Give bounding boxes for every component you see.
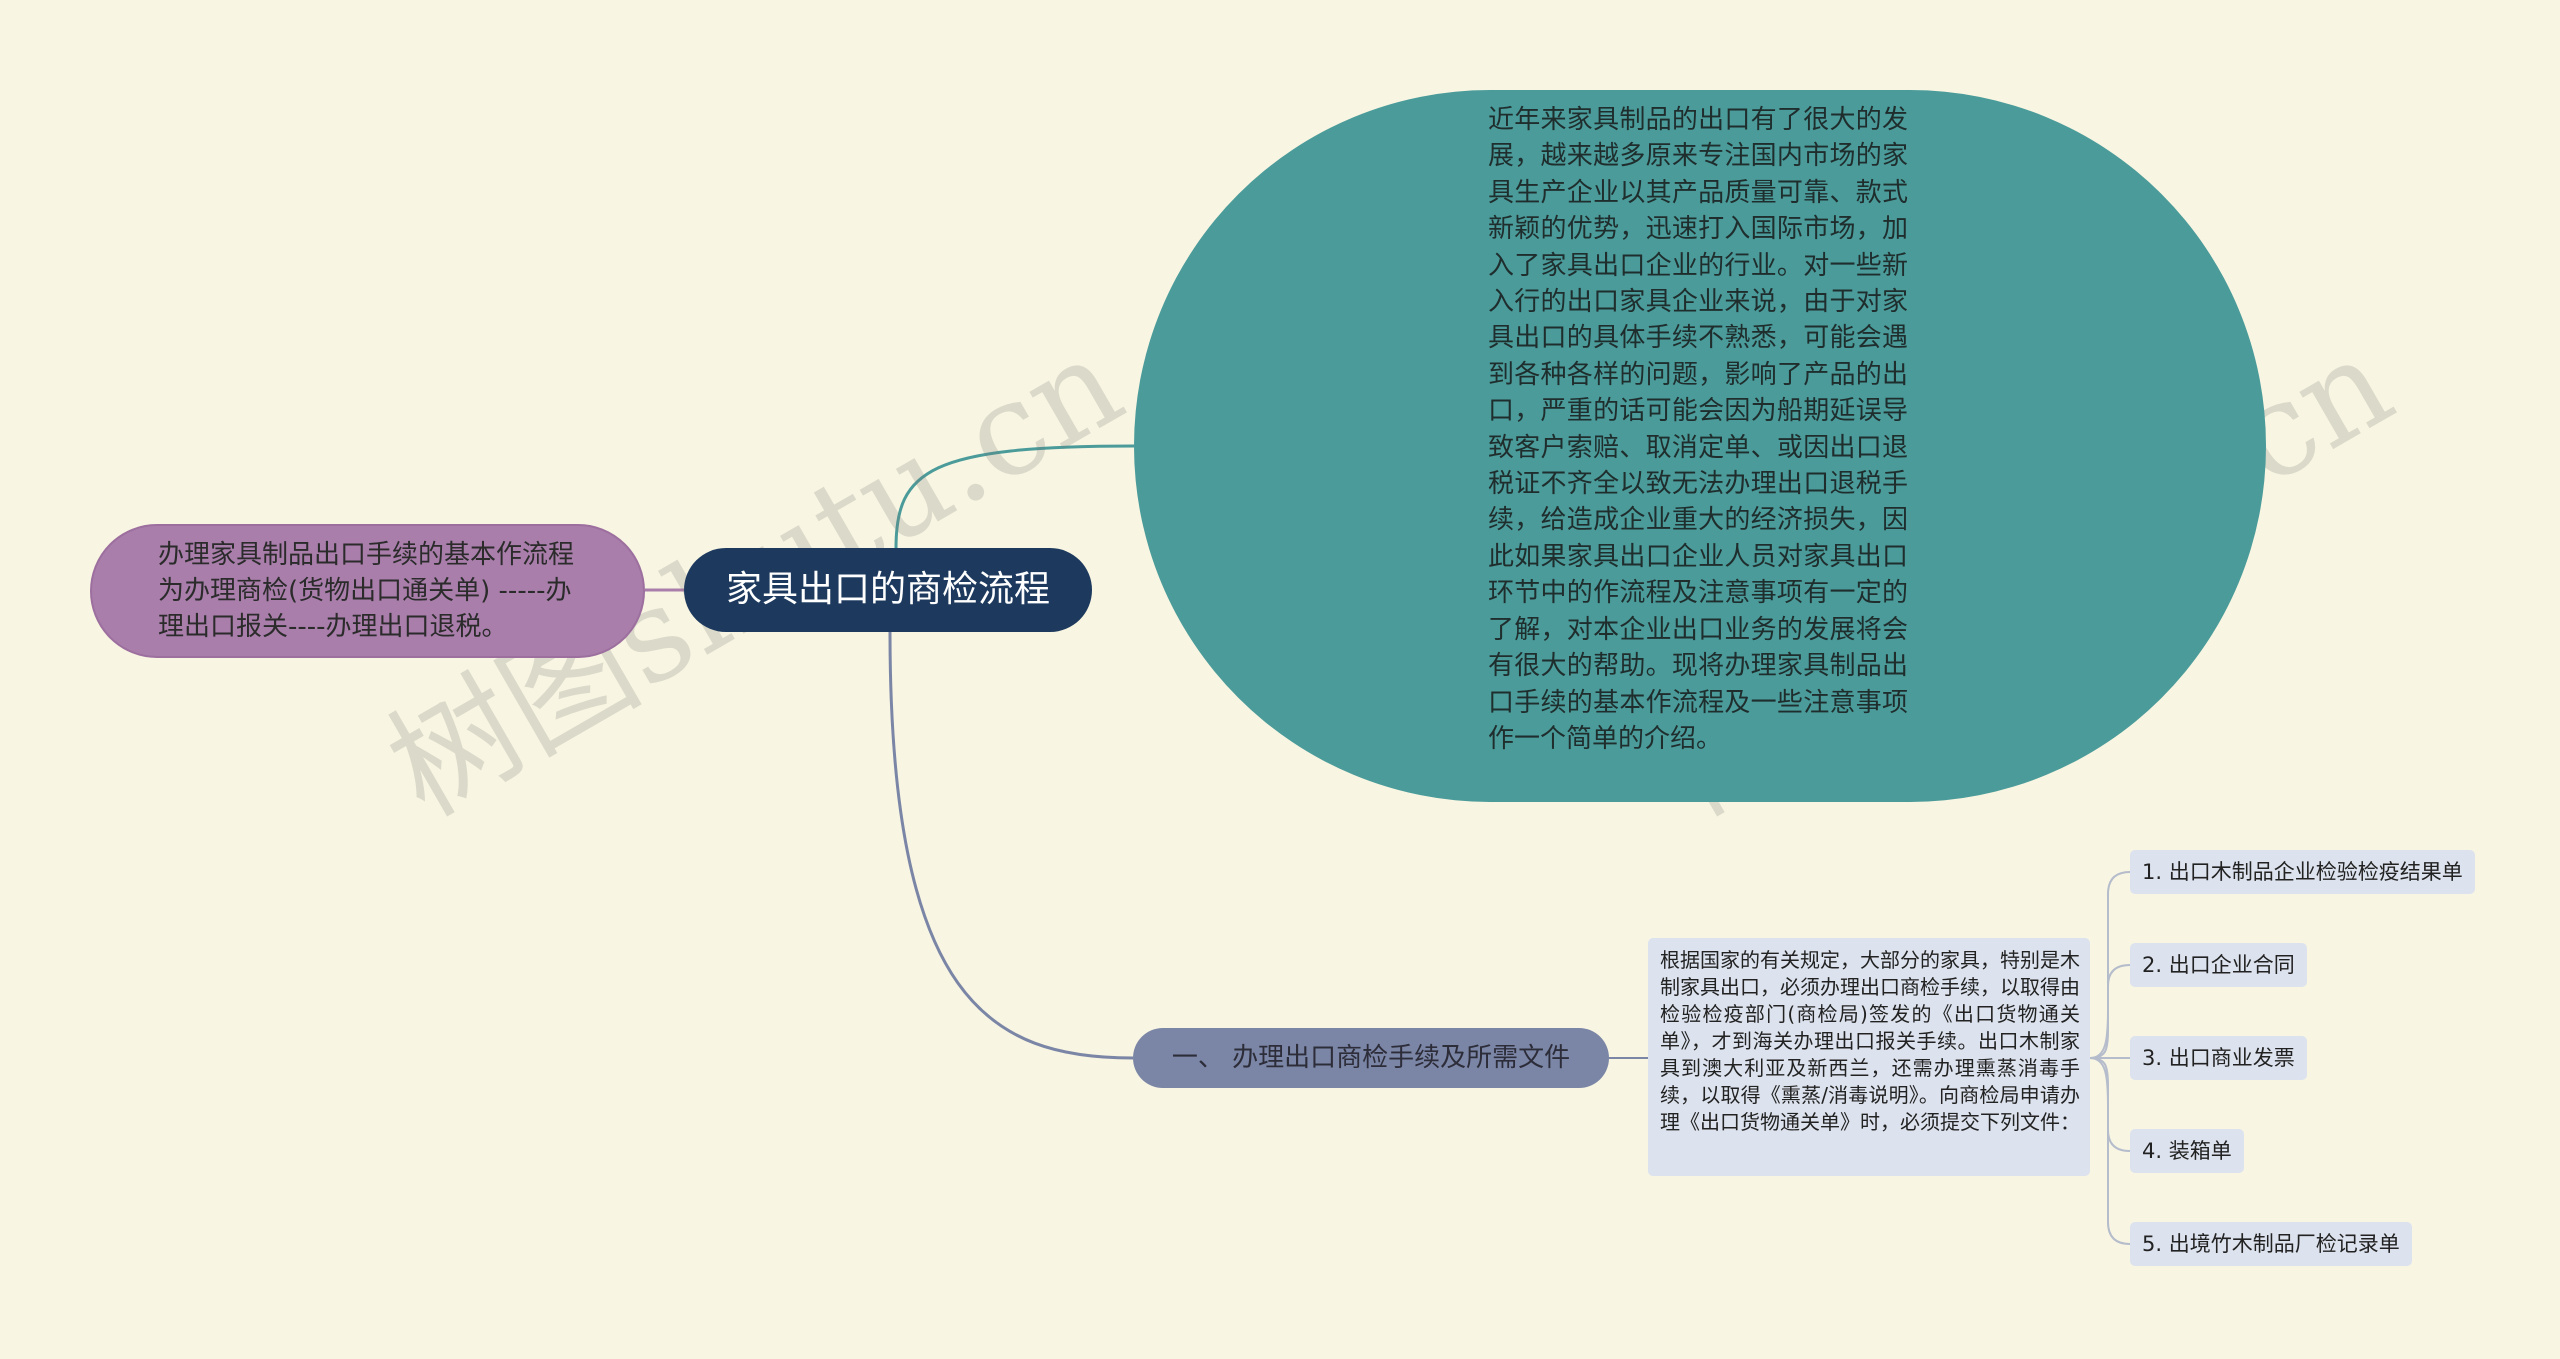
- leaf-node-document-3[interactable]: 3. 出口商业发票: [2130, 1036, 2307, 1080]
- branch-node-label: 一、 办理出口商检手续及所需文件: [1171, 1043, 1571, 1073]
- branch-node-label: 办理家具制品出口手续的基本作流程为办理商检(货物出口通关单) -----办理出口…: [158, 540, 575, 642]
- connector-root-intro: [894, 444, 1135, 549]
- leaf-node-label: 2. 出口企业合同: [2142, 952, 2295, 977]
- root-node[interactable]: 家具出口的商检流程: [684, 548, 1092, 632]
- connector-detail-documents: [2089, 871, 2131, 1245]
- leaf-node-label: 5. 出境竹木制品厂检记录单: [2142, 1231, 2400, 1256]
- leaf-node-label: 1. 出口木制品企业检验检疫结果单: [2142, 859, 2463, 884]
- branch-node-basic-process[interactable]: 办理家具制品出口手续的基本作流程为办理商检(货物出口通关单) -----办理出口…: [90, 524, 645, 658]
- branch-node-introduction[interactable]: 近年来家具制品的出口有了很大的发展，越来越多原来专注国内市场的家具生产企业以其产…: [1134, 90, 2266, 802]
- branch-node-section-1[interactable]: 一、 办理出口商检手续及所需文件: [1133, 1028, 1609, 1088]
- leaf-node-label: 根据国家的有关规定，大部分的家具，特别是木制家具出口，必须办理出口商检手续，以取…: [1660, 948, 2080, 1134]
- leaf-node-label: 4. 装箱单: [2142, 1138, 2232, 1163]
- leaf-node-document-1[interactable]: 1. 出口木制品企业检验检疫结果单: [2130, 850, 2475, 894]
- leaf-node-label: 3. 出口商业发票: [2142, 1045, 2295, 1070]
- root-node-label: 家具出口的商检流程: [725, 569, 1050, 610]
- connector-root-section: [888, 631, 1134, 1060]
- leaf-node-document-5[interactable]: 5. 出境竹木制品厂检记录单: [2130, 1222, 2412, 1266]
- leaf-node-document-4[interactable]: 4. 装箱单: [2130, 1129, 2244, 1173]
- leaf-node-document-2[interactable]: 2. 出口企业合同: [2130, 943, 2307, 987]
- leaf-node-section-detail[interactable]: 根据国家的有关规定，大部分的家具，特别是木制家具出口，必须办理出口商检手续，以取…: [1648, 938, 2090, 1176]
- branch-node-label: 近年来家具制品的出口有了很大的发展，越来越多原来专注国内市场的家具生产企业以其产…: [1488, 105, 1908, 754]
